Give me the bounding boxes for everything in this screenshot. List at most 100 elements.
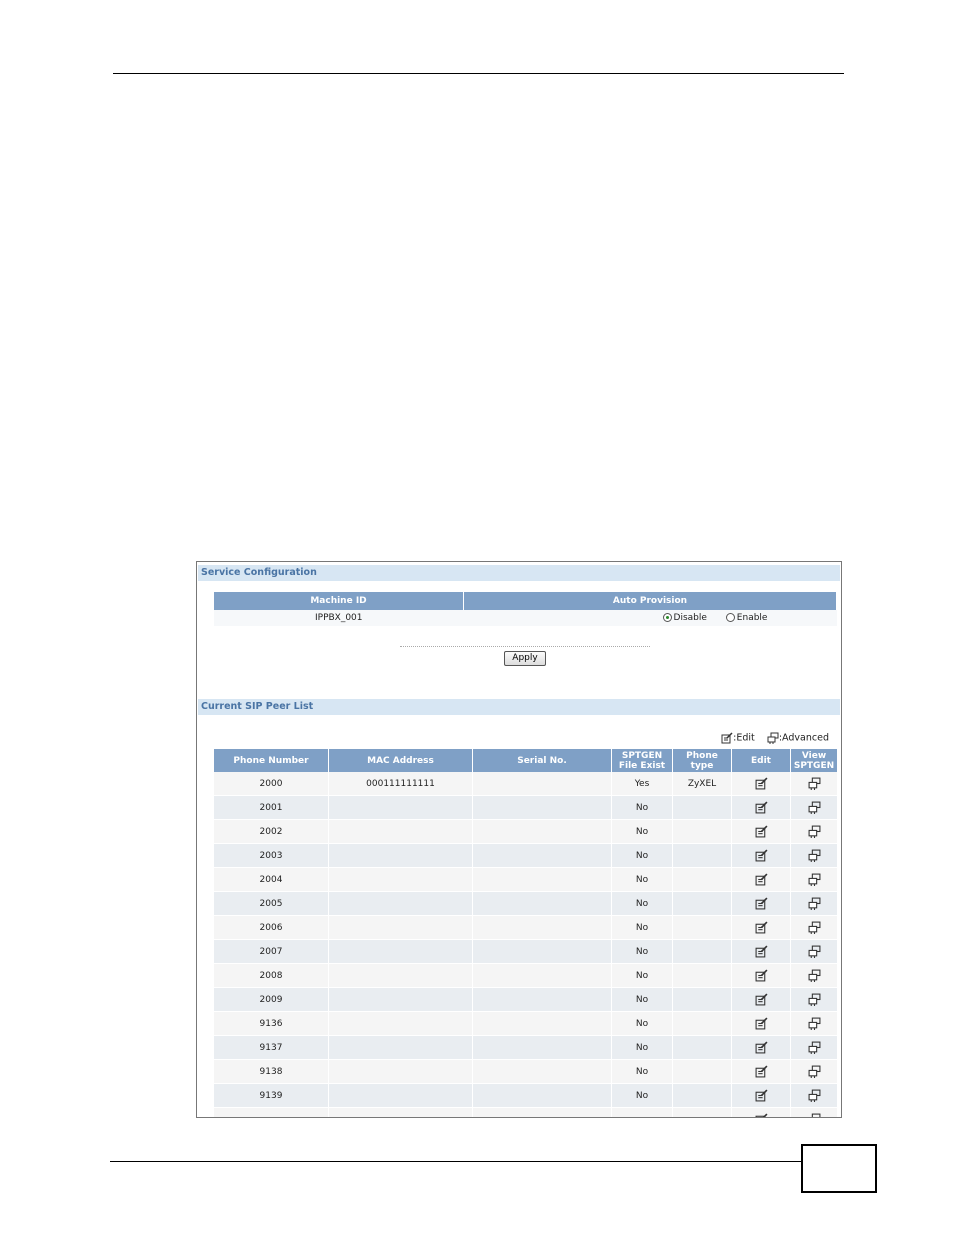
mac-address-cell: [328, 1083, 473, 1108]
edit-cell: [731, 963, 791, 988]
edit-icon[interactable]: [755, 945, 768, 958]
edit-icon[interactable]: [755, 969, 768, 982]
edit-icon[interactable]: [755, 1041, 768, 1054]
table-row: 2009 No: [214, 987, 838, 1012]
disable-radio-option[interactable]: Disable: [662, 613, 707, 623]
phone-type-cell: [672, 1107, 732, 1117]
apply-button[interactable]: Apply: [504, 651, 546, 666]
phone-number-cell: 9136: [214, 1011, 329, 1036]
sptgen-file-exist-cell: No: [611, 1011, 673, 1036]
edit-cell: [731, 867, 791, 892]
service-config-table: Machine ID Auto Provision IPPBX_001 Disa…: [214, 592, 837, 626]
mac-address-cell: [328, 891, 473, 916]
edit-cell: [731, 891, 791, 916]
edit-icon[interactable]: [755, 897, 768, 910]
table-row: 2007 No: [214, 939, 838, 964]
table-row: 2005 No: [214, 891, 838, 916]
view-header-line2: SPTGEN: [793, 760, 835, 771]
edit-icon[interactable]: [755, 993, 768, 1006]
serial-no-cell: [472, 915, 612, 940]
phone-number-cell: [214, 1107, 329, 1117]
sptgen-file-exist-cell: No: [611, 795, 673, 820]
edit-icon[interactable]: [755, 921, 768, 934]
edit-icon[interactable]: [755, 825, 768, 838]
view-sptgen-icon[interactable]: [808, 849, 821, 862]
phone-type-cell: [672, 987, 732, 1012]
mac-address-cell: 000111111111: [328, 772, 473, 796]
serial-no-cell: [472, 795, 612, 820]
phone-type-header: Phone type: [672, 749, 732, 772]
edit-icon[interactable]: [755, 873, 768, 886]
view-sptgen-icon[interactable]: [808, 1113, 821, 1117]
icon-legend: :Edit :Advanced: [721, 732, 829, 744]
phone-number-cell: 2006: [214, 915, 329, 940]
view-sptgen-cell: [790, 1011, 838, 1036]
mac-address-cell: [328, 1107, 473, 1117]
view-sptgen-icon[interactable]: [808, 945, 821, 958]
edit-icon[interactable]: [755, 1017, 768, 1030]
edit-icon[interactable]: [755, 801, 768, 814]
mac-address-cell: [328, 1059, 473, 1084]
edit-icon[interactable]: [755, 849, 768, 862]
view-sptgen-cell: [790, 1083, 838, 1108]
advanced-icon: [767, 732, 779, 744]
edit-icon[interactable]: [755, 1089, 768, 1102]
mac-address-cell: [328, 915, 473, 940]
view-sptgen-icon[interactable]: [808, 801, 821, 814]
page-number-box: [801, 1144, 877, 1193]
serial-no-cell: [472, 1011, 612, 1036]
advanced-legend-label: :Advanced: [778, 732, 829, 744]
edit-cell: [731, 1083, 791, 1108]
edit-icon[interactable]: [755, 777, 768, 790]
sptgen-file-exist-cell: No: [611, 987, 673, 1012]
mac-address-cell: [328, 939, 473, 964]
enable-radio-option[interactable]: Enable: [725, 613, 768, 623]
footer-rule: [110, 1161, 802, 1162]
table-row: 2003 No: [214, 843, 838, 868]
view-sptgen-icon[interactable]: [808, 1041, 821, 1054]
view-sptgen-cell: [790, 939, 838, 964]
view-sptgen-icon[interactable]: [808, 921, 821, 934]
view-sptgen-cell: [790, 915, 838, 940]
view-sptgen-icon[interactable]: [808, 1089, 821, 1102]
view-sptgen-icon[interactable]: [808, 1065, 821, 1078]
edit-icon[interactable]: [755, 1065, 768, 1078]
phone-type-cell: [672, 1083, 732, 1108]
serial-no-cell: [472, 867, 612, 892]
sip-peer-list-title: Current SIP Peer List: [198, 699, 840, 715]
view-sptgen-icon[interactable]: [808, 1017, 821, 1030]
machine-id-value: IPPBX_001: [214, 610, 464, 626]
serial-no-cell: [472, 819, 612, 844]
sptgen-file-exist-cell: No: [611, 915, 673, 940]
disable-radio[interactable]: [662, 613, 672, 622]
table-row: 9136 No: [214, 1011, 838, 1036]
phone-number-cell: 2005: [214, 891, 329, 916]
serial-no-cell: [472, 891, 612, 916]
phone-type-cell: [672, 915, 732, 940]
view-sptgen-icon[interactable]: [808, 873, 821, 886]
sptgen-file-exist-cell: No: [611, 867, 673, 892]
view-header-line1: View: [801, 750, 827, 761]
view-sptgen-icon[interactable]: [808, 825, 821, 838]
enable-radio[interactable]: [725, 613, 735, 622]
edit-cell: [731, 819, 791, 844]
view-sptgen-header: View SPTGEN: [790, 749, 838, 772]
screenshot-panel: Service Configuration Machine ID Auto Pr…: [196, 561, 842, 1118]
serial-no-cell: [472, 843, 612, 868]
view-sptgen-icon[interactable]: [808, 897, 821, 910]
serial-no-cell: [472, 963, 612, 988]
edit-cell: [731, 987, 791, 1012]
view-sptgen-icon[interactable]: [808, 993, 821, 1006]
view-sptgen-icon[interactable]: [808, 969, 821, 982]
serial-no-cell: [472, 1035, 612, 1060]
view-sptgen-icon[interactable]: [808, 777, 821, 790]
mac-address-header: MAC Address: [328, 749, 473, 772]
sptgen-file-exist-cell: No: [611, 939, 673, 964]
mac-address-cell: [328, 987, 473, 1012]
edit-cell: [731, 795, 791, 820]
phone-type-cell: [672, 939, 732, 964]
phone-type-cell: [672, 795, 732, 820]
mac-address-cell: [328, 867, 473, 892]
edit-icon[interactable]: [755, 1113, 768, 1117]
enable-label: Enable: [736, 613, 768, 623]
